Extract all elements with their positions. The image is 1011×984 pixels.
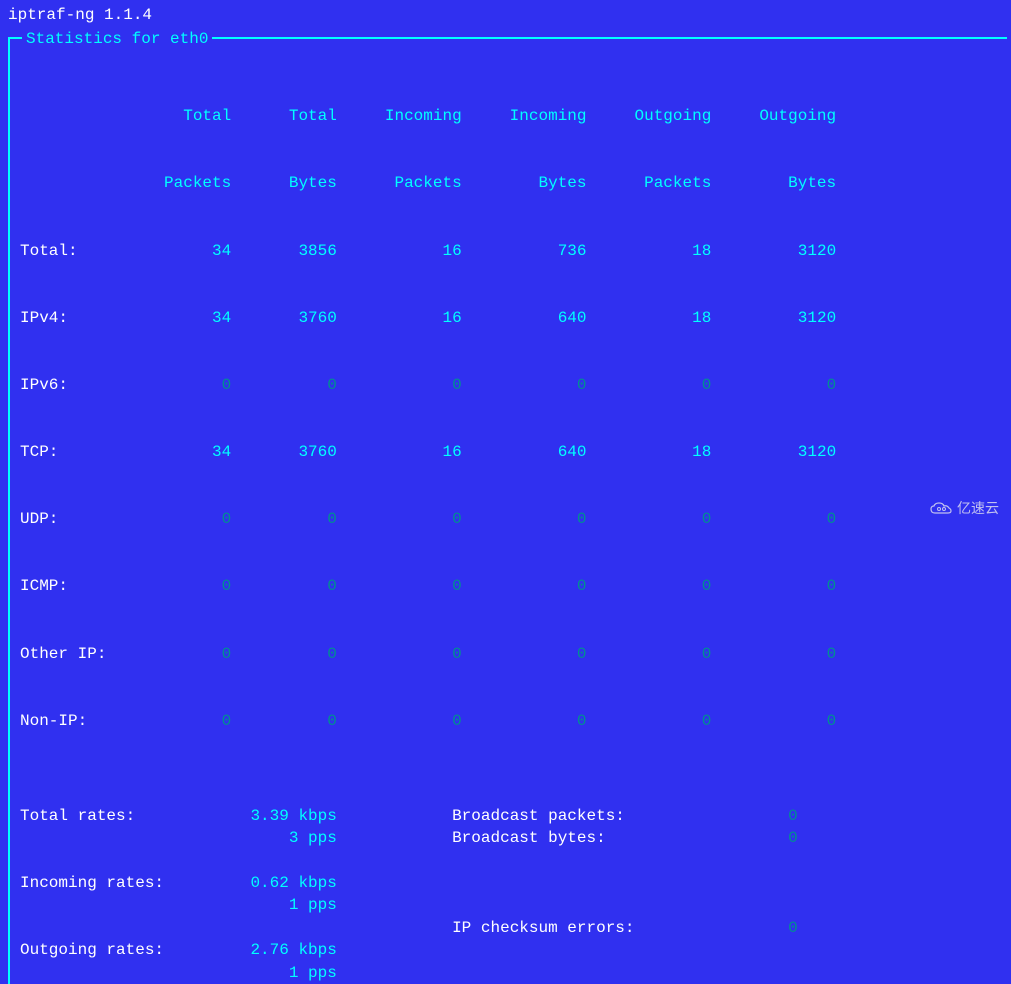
outgoing-rates-row: Outgoing rates: 2.76 kbps xyxy=(20,939,1011,961)
outgoing-rates-pps-row: 1 pps xyxy=(20,962,1011,984)
table-row: TCP: 34 3760 16 640 18 3120 xyxy=(20,441,1011,463)
table-row: UDP: 0 0 0 0 0 0 xyxy=(20,508,1011,530)
watermark: 亿速云 xyxy=(929,499,999,519)
table-row: Other IP: 0 0 0 0 0 0 xyxy=(20,643,1011,665)
table-row: IPv6: 0 0 0 0 0 0 xyxy=(20,374,1011,396)
panel-title-text: Statistics for eth0 xyxy=(26,30,208,48)
watermark-text: 亿速云 xyxy=(957,499,999,519)
app-title: iptraf-ng 1.1.4 xyxy=(0,4,1011,26)
incoming-rates-pps-row: 1 pps xyxy=(20,894,1011,916)
table-row: Non-IP: 0 0 0 0 0 0 xyxy=(20,710,1011,732)
table-row: IPv4: 34 3760 16 640 18 3120 xyxy=(20,307,1011,329)
incoming-rates-row: Incoming rates: 0.62 kbps xyxy=(20,872,1011,894)
rates-section: Total rates: 3.39 kbps Broadcast packets… xyxy=(20,805,1011,984)
total-rates-pps-row: 3 pps Broadcast bytes: 0 xyxy=(20,827,1011,849)
stats-header-row1: Total Total Incoming Incoming Outgoing O… xyxy=(20,105,1011,127)
panel-border-left xyxy=(8,37,10,984)
table-row: Total: 34 3856 16 736 18 3120 xyxy=(20,240,1011,262)
table-row: ICMP: 0 0 0 0 0 0 xyxy=(20,575,1011,597)
spacer xyxy=(20,850,1011,872)
panel-title: Statistics for eth0 xyxy=(22,28,212,50)
ip-checksum-row: IP checksum errors: 0 xyxy=(20,917,1011,939)
total-rates-row: Total rates: 3.39 kbps Broadcast packets… xyxy=(20,805,1011,827)
cloud-icon xyxy=(929,501,953,517)
app-title-text: iptraf-ng 1.1.4 xyxy=(8,6,152,24)
stats-table: Total Total Incoming Incoming Outgoing O… xyxy=(20,60,1011,777)
stats-header-row2: Packets Bytes Packets Bytes Packets Byte… xyxy=(20,172,1011,194)
panel-content: Total Total Incoming Incoming Outgoing O… xyxy=(0,28,1011,984)
app-root: iptraf-ng 1.1.4 Statistics for eth0 Tota… xyxy=(0,0,1011,984)
stats-panel: Statistics for eth0 Total Total Incoming… xyxy=(0,28,1011,984)
